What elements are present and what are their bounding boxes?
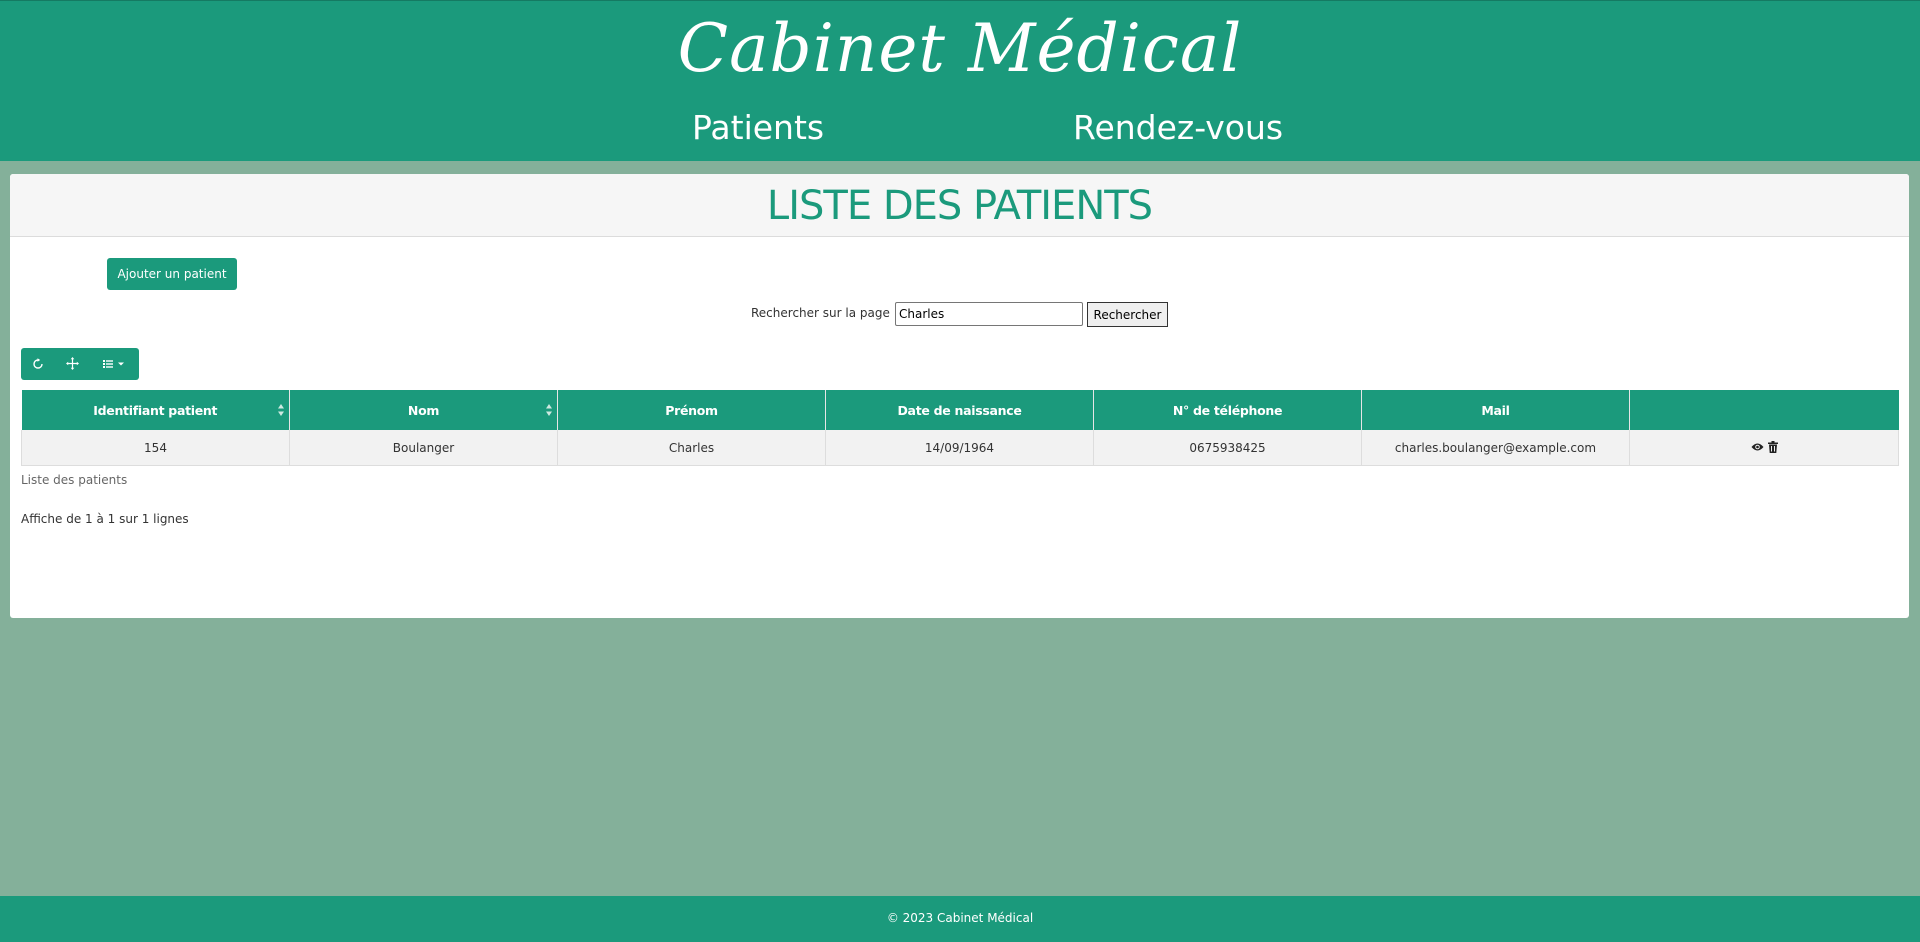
columns-dropdown-button[interactable] bbox=[89, 348, 139, 380]
table-caption: Liste des patients bbox=[21, 473, 128, 487]
search-label: Rechercher sur la page : bbox=[751, 306, 898, 320]
sort-icon[interactable] bbox=[277, 403, 285, 417]
nav-rendez-vous[interactable]: Rendez-vous bbox=[1073, 105, 1283, 151]
col-header-date-naissance: Date de naissance bbox=[825, 390, 1094, 430]
move-button[interactable] bbox=[55, 348, 89, 380]
col-header-label: Nom bbox=[407, 402, 440, 418]
nav-patients[interactable]: Patients bbox=[692, 105, 824, 151]
cell-prenom: Charles bbox=[557, 430, 826, 466]
patients-card: LISTE DES PATIENTS Ajouter un patient Re… bbox=[10, 174, 1909, 618]
eye-icon[interactable] bbox=[1751, 442, 1764, 452]
site-header: Cabinet Médical Patients Rendez-vous bbox=[0, 0, 1920, 161]
refresh-icon bbox=[32, 355, 44, 374]
table-toolbar bbox=[21, 348, 139, 380]
cell-actions bbox=[1629, 430, 1899, 466]
col-header-label: Identifiant patient bbox=[93, 402, 218, 418]
columns-list-icon bbox=[103, 355, 125, 374]
cell-nom: Boulanger bbox=[289, 430, 558, 466]
search-bar: Rechercher sur la page : Rechercher bbox=[10, 302, 1909, 328]
refresh-button[interactable] bbox=[21, 348, 55, 380]
card-header: LISTE DES PATIENTS bbox=[10, 174, 1909, 237]
cell-telephone: 0675938425 bbox=[1093, 430, 1362, 466]
col-header-identifiant[interactable]: Identifiant patient bbox=[21, 390, 290, 430]
site-footer: © 2023 Cabinet Médical bbox=[0, 896, 1920, 942]
search-input[interactable] bbox=[895, 302, 1083, 326]
col-header-prenom: Prénom bbox=[557, 390, 826, 430]
table-row[interactable]: 154 Boulanger Charles 14/09/1964 0675938… bbox=[21, 430, 1899, 466]
col-header-mail: Mail bbox=[1361, 390, 1630, 430]
trash-icon[interactable] bbox=[1767, 440, 1778, 453]
sort-icon[interactable] bbox=[545, 403, 553, 417]
table-header-row: Identifiant patient Nom Prénom Date de n… bbox=[21, 390, 1899, 430]
move-icon bbox=[65, 355, 79, 374]
col-header-nom[interactable]: Nom bbox=[289, 390, 558, 430]
search-button[interactable]: Rechercher bbox=[1087, 302, 1168, 327]
col-header-actions bbox=[1629, 390, 1899, 430]
cell-mail: charles.boulanger@example.com bbox=[1361, 430, 1630, 466]
add-patient-button[interactable]: Ajouter un patient bbox=[107, 258, 237, 290]
pagination-info: Affiche de 1 à 1 sur 1 lignes bbox=[21, 512, 189, 526]
cell-id: 154 bbox=[21, 430, 290, 466]
brand-title[interactable]: Cabinet Médical bbox=[0, 9, 1920, 89]
cell-date-naissance: 14/09/1964 bbox=[825, 430, 1094, 466]
page-title: LISTE DES PATIENTS bbox=[766, 183, 1153, 229]
footer-text: © 2023 Cabinet Médical bbox=[886, 911, 1034, 925]
col-header-telephone: N° de téléphone bbox=[1093, 390, 1362, 430]
patients-table: Identifiant patient Nom Prénom Date de n… bbox=[21, 390, 1899, 466]
